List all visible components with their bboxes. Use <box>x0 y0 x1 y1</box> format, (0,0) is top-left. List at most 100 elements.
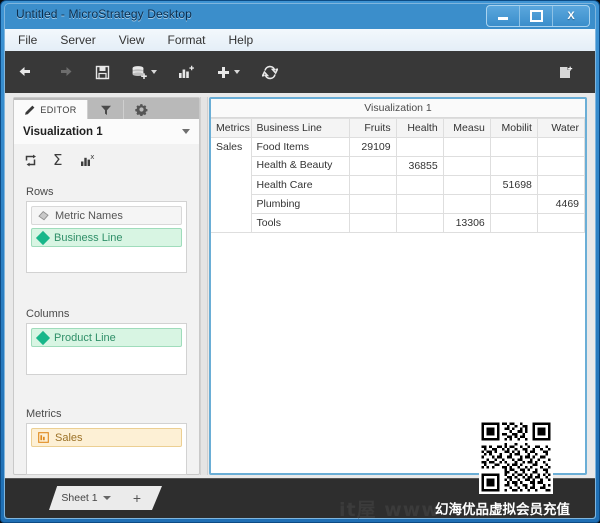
close-icon: X <box>567 10 575 22</box>
shelf-columns-dropzone[interactable]: Product Line <box>26 323 187 375</box>
column-header-water[interactable]: Water <box>537 118 585 138</box>
add-data-button[interactable] <box>123 55 165 89</box>
cell-business-line: Health & Beauty <box>251 156 350 176</box>
column-header-business-line[interactable]: Business Line <box>251 118 350 138</box>
shelf-metrics-dropzone[interactable]: Sales <box>26 423 187 475</box>
tab-editor[interactable]: EDITOR <box>14 100 87 119</box>
database-add-icon <box>132 65 147 79</box>
tab-editor-label: EDITOR <box>40 104 77 115</box>
undo-arrow-icon <box>19 66 30 76</box>
shelf-rows-title: Rows <box>26 186 54 198</box>
table-row[interactable]: Plumbing 4469 <box>211 194 585 214</box>
cell-value <box>537 137 585 157</box>
shelf-columns: Columns Product Line <box>14 308 199 375</box>
column-header-mobility[interactable]: Mobilit <box>490 118 538 138</box>
cell-value <box>490 213 538 233</box>
table-row[interactable]: Tools 13306 <box>211 213 585 233</box>
metric-format-button[interactable]: x <box>80 153 96 168</box>
visualization-title: Visualization 1 <box>211 99 585 118</box>
cell-value <box>396 194 444 214</box>
editor-panel-tabs: EDITOR <box>14 98 199 119</box>
column-header-health[interactable]: Health <box>396 118 444 138</box>
menu-bar: File Server View Format Help <box>5 29 595 52</box>
refresh-icon <box>262 65 278 79</box>
undo-button[interactable] <box>9 55 43 89</box>
column-header-measurement[interactable]: Measu <box>443 118 491 138</box>
chevron-down-icon <box>151 70 157 74</box>
menu-item-server[interactable]: Server <box>57 31 98 49</box>
crosstab-table: Metrics Business Line Fruits Health Meas… <box>211 118 585 233</box>
chevron-down-icon <box>182 129 190 134</box>
chip-metric-names[interactable]: Metric Names <box>31 206 182 225</box>
maximize-button[interactable] <box>520 6 553 26</box>
pencil-icon <box>25 105 35 115</box>
cell-value <box>349 156 397 176</box>
chip-sales-label: Sales <box>55 431 83 444</box>
menu-item-format[interactable]: Format <box>164 31 208 49</box>
sheet-tab-1[interactable]: Sheet 1 <box>49 486 123 510</box>
save-button[interactable] <box>85 55 119 89</box>
table-row[interactable]: Health & Beauty 36855 <box>211 156 585 176</box>
plus-icon <box>218 66 229 78</box>
column-header-metrics[interactable]: Metrics <box>211 118 252 138</box>
crosstab-body: Sales Food Items 29109 Health & Beauty 3… <box>211 137 585 233</box>
minimize-button[interactable] <box>487 6 520 26</box>
tab-filters[interactable] <box>87 100 123 119</box>
chip-product-line[interactable]: Product Line <box>31 328 182 347</box>
totals-button[interactable]: Σ <box>52 152 67 168</box>
swap-rows-columns-button[interactable] <box>24 153 39 168</box>
tag-icon <box>38 210 49 221</box>
cell-value <box>537 175 585 195</box>
cell-value <box>396 175 444 195</box>
chevron-down-icon <box>102 496 111 500</box>
add-visualization-button[interactable] <box>169 55 203 89</box>
cell-value <box>490 156 538 176</box>
table-row[interactable]: Sales Food Items 29109 <box>211 137 585 233</box>
watermark-latin: it屋 www <box>339 499 440 521</box>
shelf-metrics: Metrics Sales <box>14 408 199 475</box>
column-header-fruits[interactable]: Fruits <box>349 118 397 138</box>
cell-value <box>443 194 491 214</box>
toolbar <box>5 51 595 94</box>
table-row[interactable]: Health Care 51698 <box>211 175 585 195</box>
cell-business-line: Food Items <box>251 137 350 157</box>
attribute-diamond-icon <box>35 330 51 345</box>
title-bar: Untitled - MicroStrategy Desktop X <box>4 3 596 29</box>
sheet-tab-label: Sheet 1 <box>61 492 98 504</box>
cell-business-line: Tools <box>251 213 350 233</box>
tab-properties[interactable] <box>123 100 159 119</box>
insert-button[interactable] <box>207 55 249 89</box>
menu-item-file[interactable]: File <box>15 31 40 49</box>
redo-arrow-icon <box>60 66 71 76</box>
new-document-button[interactable] <box>549 55 583 89</box>
menu-item-view[interactable]: View <box>116 31 148 49</box>
chip-business-line-label: Business Line <box>54 231 123 244</box>
editor-icon-row: Σ x <box>14 144 199 176</box>
chevron-down-icon <box>234 70 240 74</box>
cell-value <box>443 156 491 176</box>
chip-business-line[interactable]: Business Line <box>31 228 182 247</box>
visualization-container[interactable]: Visualization 1 Metrics Business Line Fr… <box>209 97 587 475</box>
shelf-metrics-title: Metrics <box>26 408 62 420</box>
cell-value <box>396 137 444 157</box>
sigma-icon: Σ <box>53 152 62 168</box>
maximize-icon <box>529 10 543 22</box>
redo-button[interactable] <box>47 55 81 89</box>
chip-product-line-label: Product Line <box>54 331 116 344</box>
shelf-rows-dropzone[interactable]: Metric Names Business Line <box>26 201 187 273</box>
watermark-chinese: 幻海优品虚拟会员充值 <box>435 502 570 518</box>
crosstab-head: Metrics Business Line Fruits Health Meas… <box>211 118 585 138</box>
panel-splitter[interactable] <box>200 97 208 475</box>
cell-business-line: Plumbing <box>251 194 350 214</box>
menu-item-help[interactable]: Help <box>226 31 257 49</box>
svg-text:Σ: Σ <box>53 152 62 168</box>
visualization-selector[interactable]: Visualization 1 <box>14 119 199 145</box>
chip-sales[interactable]: Sales <box>31 428 182 447</box>
metric-icon <box>38 432 49 443</box>
refresh-button[interactable] <box>253 55 287 89</box>
filter-funnel-icon <box>100 105 111 115</box>
attribute-diamond-icon <box>35 230 51 245</box>
shelf-columns-title: Columns <box>26 308 70 320</box>
close-button[interactable]: X <box>553 6 589 26</box>
cell-value <box>443 137 491 157</box>
